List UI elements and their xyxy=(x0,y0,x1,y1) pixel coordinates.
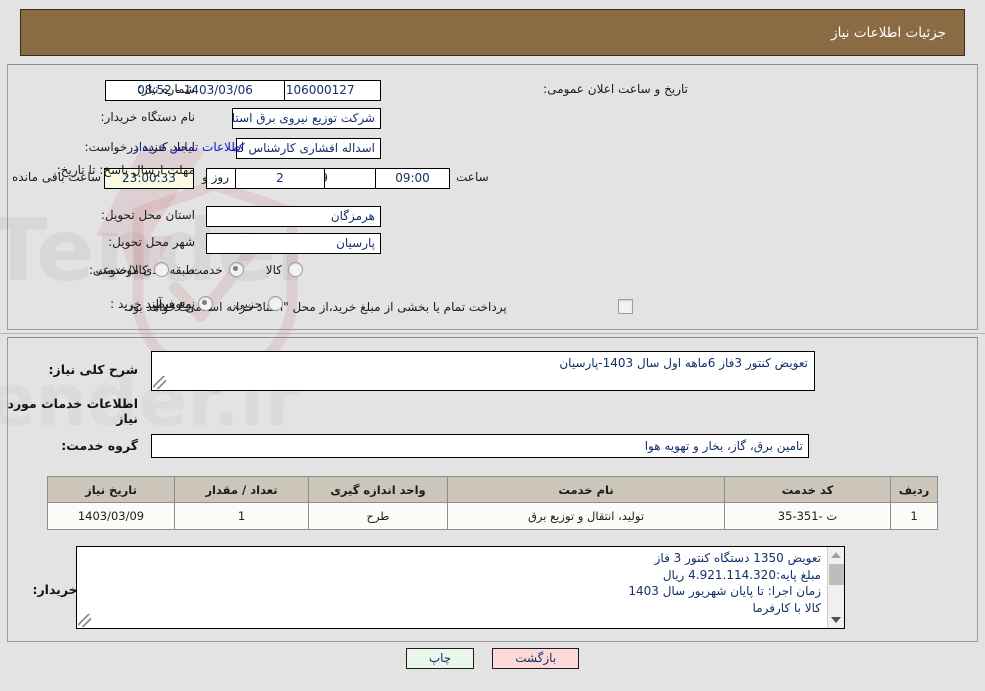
resize-grip-icon[interactable] xyxy=(153,376,166,389)
province-label: استان محل تحویل: xyxy=(100,208,195,222)
col-qty: تعداد / مقدار xyxy=(174,476,309,503)
resize-grip-icon[interactable] xyxy=(78,614,91,627)
general-desc-label: شرح کلی نیاز: xyxy=(48,362,138,377)
radio-icon[interactable] xyxy=(268,296,283,311)
radio-icon[interactable] xyxy=(153,262,169,277)
process-option-label: جزیی xyxy=(234,296,262,311)
cell-qty: 1 xyxy=(174,502,309,530)
cell-row: 1 xyxy=(890,502,938,530)
cell-code: ت -351-35 xyxy=(724,502,891,530)
col-row: ردیف xyxy=(890,476,938,503)
buyer-notes-line: زمان اجرا: تا پایان شهریور سال 1403 xyxy=(628,584,821,598)
city-label: شهر محل تحویل: xyxy=(108,235,195,249)
buyer-notes-line: تعویض 1350 دستگاه کنتور 3 فاز xyxy=(654,551,821,565)
service-group-label: گروه خدمت: xyxy=(61,438,138,453)
summary-panel xyxy=(7,64,978,330)
footer-actions: بازگشت چاپ xyxy=(0,648,985,669)
page-title: جزئیات اطلاعات نیاز xyxy=(831,24,946,41)
deadline-label-row: مهلت ارسال پاسخ: تا تاریخ: xyxy=(25,162,195,178)
category-option-label: کالا xyxy=(265,262,282,277)
back-button[interactable]: بازگشت xyxy=(492,648,580,669)
radio-icon[interactable] xyxy=(288,262,303,277)
buyer-org-label: نام دستگاه خریدار: xyxy=(100,110,196,124)
category-option-khedmat[interactable]: خدمت xyxy=(191,262,244,277)
col-date: تاریخ نیاز xyxy=(47,476,175,503)
buyer-notes-scrollbar[interactable] xyxy=(827,547,844,628)
col-code: کد خدمت xyxy=(724,476,891,503)
buyer-notes-text: تعویض 1350 دستگاه کنتور 3 فاز مبلغ پایه:… xyxy=(77,547,827,628)
process-radio-group: جزیی متوسط xyxy=(154,296,305,311)
scroll-down-icon[interactable] xyxy=(828,612,844,628)
page-header: جزئیات اطلاعات نیاز xyxy=(20,9,965,56)
buyer-org-row: نام دستگاه خریدار: xyxy=(101,110,196,124)
category-radio-group: کالا خدمت کالا/خدمت xyxy=(96,262,325,277)
panel-divider xyxy=(0,333,985,334)
cell-unit: طرح xyxy=(308,502,448,530)
category-option-kala-khedmat[interactable]: کالا/خدمت xyxy=(96,262,169,277)
province-row: استان محل تحویل: xyxy=(101,208,195,222)
general-desc-box[interactable]: تعویض کنتور 3فاز 6ماهه اول سال 1403-پارس… xyxy=(151,351,815,391)
print-button[interactable]: چاپ xyxy=(405,648,475,669)
requester-row: ایجاد کننده درخواست: xyxy=(84,140,195,154)
need-number-row: شماره نیاز: xyxy=(138,82,195,96)
category-option-kala[interactable]: کالا xyxy=(266,262,303,277)
buyer-notes-box[interactable]: تعویض 1350 دستگاه کنتور 3 فاز مبلغ پایه:… xyxy=(76,546,845,629)
cell-name: تولید، انتقال و توزیع برق xyxy=(447,502,725,530)
need-number-label: شماره نیاز: xyxy=(138,82,195,96)
public-announce-label: تاریخ و ساعت اعلان عمومی: xyxy=(543,82,688,96)
services-heading: اطلاعات خدمات مورد نیاز xyxy=(7,396,138,426)
general-desc-value: تعویض کنتور 3فاز 6ماهه اول سال 1403-پارس… xyxy=(559,356,808,370)
city-row: شهر محل تحویل: xyxy=(108,235,195,249)
table-header-row: ردیف کد خدمت نام خدمت واحد اندازه گیری ت… xyxy=(47,476,938,503)
category-option-label: کالا/خدمت xyxy=(95,262,148,277)
scrollbar-thumb[interactable] xyxy=(828,564,844,585)
category-option-label: خدمت xyxy=(190,262,223,277)
requester-label: ایجاد کننده درخواست: xyxy=(84,140,195,154)
services-table: ردیف کد خدمت نام خدمت واحد اندازه گیری ت… xyxy=(47,476,938,530)
buyer-notes-line: مبلغ پایه:4.921.114.320 ریال xyxy=(662,567,821,582)
process-option-jozei[interactable]: جزیی xyxy=(235,296,283,311)
col-unit: واحد اندازه گیری xyxy=(308,476,448,503)
table-row: 1 ت -351-35 تولید، انتقال و توزیع برق طر… xyxy=(47,502,938,530)
col-name: نام خدمت xyxy=(447,476,725,503)
deadline-label: مهلت ارسال پاسخ: تا تاریخ: xyxy=(56,163,195,177)
cell-date: 1403/03/09 xyxy=(47,502,175,530)
radio-icon[interactable] xyxy=(228,262,244,277)
buyer-notes-line: کالا با کارفرما xyxy=(752,600,821,615)
public-announce-row: تاریخ و ساعت اعلان عمومی: xyxy=(543,82,688,96)
process-option-label: متوسط xyxy=(153,296,192,311)
process-option-motavasset[interactable]: متوسط xyxy=(154,296,213,311)
radio-icon[interactable] xyxy=(197,296,213,311)
scroll-up-icon[interactable] xyxy=(828,547,844,563)
